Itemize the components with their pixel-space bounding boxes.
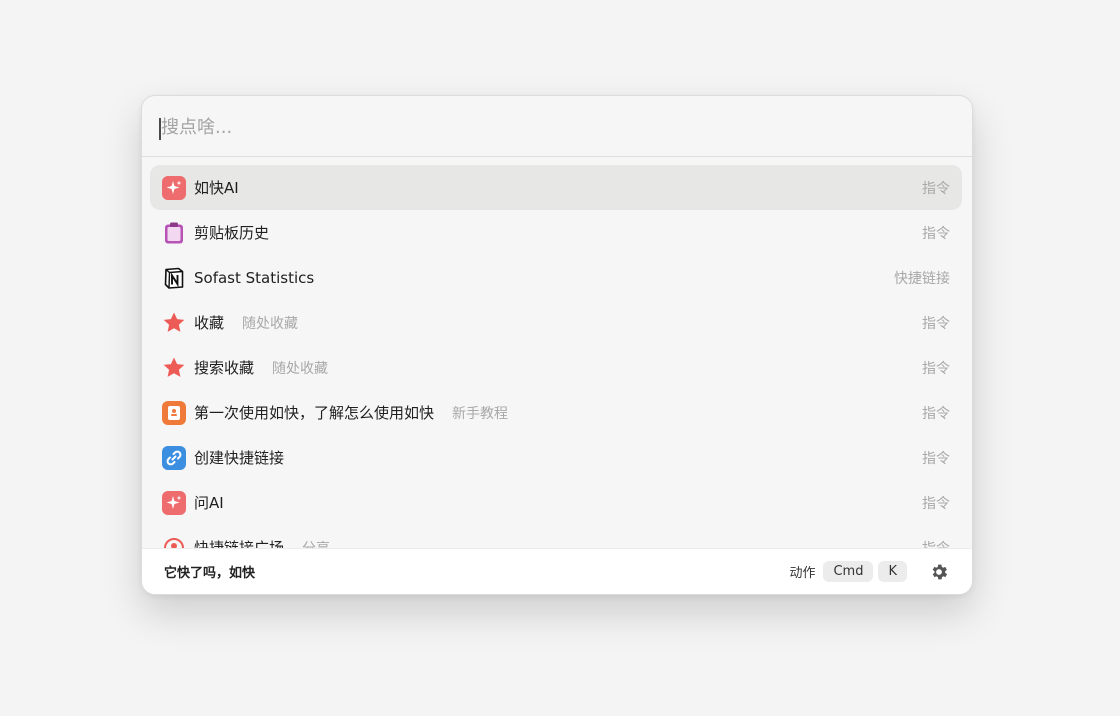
result-title: 创建快捷链接 — [194, 449, 285, 467]
result-subtitle: 新手教程 — [452, 405, 509, 422]
search-bar — [142, 96, 972, 157]
result-item-ruokuai-ai[interactable]: 如快AI 指令 — [150, 165, 962, 210]
result-item-tutorial[interactable]: 第一次使用如快，了解怎么使用如快 新手教程 指令 — [150, 390, 962, 435]
sparkle-icon — [162, 175, 186, 200]
result-kind: 指令 — [922, 450, 950, 467]
tutorial-icon — [162, 400, 186, 425]
result-item-quicklink-plaza[interactable]: 快捷链接广场 分享 指令 — [150, 525, 962, 549]
result-item-ask-ai[interactable]: 问AI 指令 — [150, 480, 962, 525]
shortcut-key-cmd: Cmd — [823, 561, 874, 582]
result-item-create-quicklink[interactable]: 创建快捷链接 指令 — [150, 435, 962, 480]
result-kind: 指令 — [922, 225, 950, 242]
result-item-sofast-statistics[interactable]: Sofast Statistics 快捷链接 — [150, 255, 962, 300]
link-icon — [162, 445, 186, 470]
actions-button[interactable]: 动作 — [789, 562, 815, 581]
result-kind: 指令 — [922, 405, 950, 422]
result-title: 搜索收藏 — [194, 359, 255, 377]
search-input[interactable] — [161, 110, 951, 144]
star-icon — [162, 356, 186, 380]
notion-icon — [162, 266, 186, 290]
launcher-window: 如快AI 指令 剪贴板历史 指令 — [141, 95, 973, 595]
result-title: Sofast Statistics — [194, 268, 315, 287]
result-item-search-favorites[interactable]: 搜索收藏 随处收藏 指令 — [150, 345, 962, 390]
result-kind: 指令 — [922, 315, 950, 332]
star-icon — [162, 311, 186, 335]
result-kind: 指令 — [922, 180, 950, 197]
result-subtitle: 随处收藏 — [242, 315, 299, 332]
shortcut-key-k: K — [878, 561, 907, 582]
result-item-clipboard-history[interactable]: 剪贴板历史 指令 — [150, 210, 962, 255]
result-subtitle: 随处收藏 — [272, 360, 329, 377]
footer-actions: 动作 Cmd K — [789, 561, 950, 583]
result-kind: 指令 — [922, 360, 950, 377]
result-title: 第一次使用如快，了解怎么使用如快 — [194, 404, 435, 422]
result-title: 如快AI — [194, 179, 239, 197]
results-list: 如快AI 指令 剪贴板历史 指令 Sofast Statistics 快捷链接 … — [142, 157, 972, 549]
result-item-favorites[interactable]: 收藏 随处收藏 指令 — [150, 300, 962, 345]
gear-icon[interactable] — [928, 561, 950, 583]
footer-bar: 它快了吗，如快 动作 Cmd K — [142, 548, 972, 594]
clipboard-icon — [162, 221, 186, 245]
result-title: 剪贴板历史 — [194, 224, 270, 242]
result-title: 问AI — [194, 494, 224, 512]
result-kind: 指令 — [922, 495, 950, 512]
share-icon — [162, 536, 186, 549]
result-title: 收藏 — [194, 314, 225, 332]
result-kind: 快捷链接 — [894, 270, 950, 287]
footer-tagline: 它快了吗，如快 — [164, 566, 256, 581]
sparkle-icon — [162, 490, 186, 515]
